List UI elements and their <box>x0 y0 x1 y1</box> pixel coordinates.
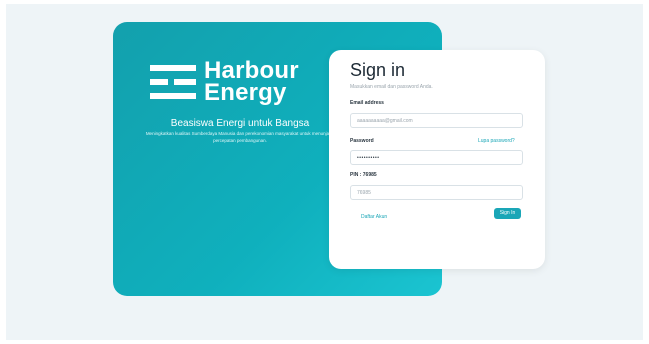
signin-subtitle: Masukkan email dan password Anda. <box>350 84 433 90</box>
password-label: Password <box>350 138 374 144</box>
brand-logo: Harbour Energy <box>150 59 299 106</box>
brand-description: Meningkatkan kualitas Sumberdaya Manusia… <box>145 131 335 143</box>
forgot-password-link[interactable]: Lupa password? <box>478 138 515 144</box>
signin-title: Sign in <box>350 60 406 80</box>
email-field[interactable]: aaaaaaaaaa@gmail.com <box>350 113 523 128</box>
pin-field[interactable]: 76985 <box>350 185 523 200</box>
password-field[interactable]: •••••••••• <box>350 150 523 165</box>
signin-button[interactable]: Sign In <box>494 208 521 219</box>
brand-name: Harbour Energy <box>204 59 299 106</box>
harbour-energy-logo-icon <box>150 65 196 99</box>
brand-name-line2: Energy <box>204 79 287 106</box>
register-link[interactable]: Daftar Akun <box>361 214 387 220</box>
signin-card: Sign in Masukkan email dan password Anda… <box>329 50 545 269</box>
brand-tagline: Beasiswa Energi untuk Bangsa <box>170 118 310 129</box>
pin-label: PIN : 76985 <box>350 172 377 178</box>
email-label: Email address <box>350 100 384 106</box>
